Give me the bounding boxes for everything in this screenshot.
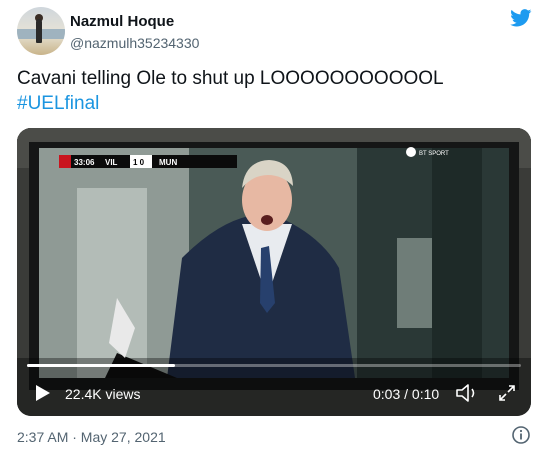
video-time: 0:03 / 0:10 <box>373 386 440 402</box>
avatar[interactable] <box>17 7 65 55</box>
hashtag-link[interactable]: #UELfinal <box>17 93 99 114</box>
scoreboard-home: VIL <box>105 158 118 167</box>
play-icon[interactable] <box>35 384 51 402</box>
fullscreen-icon[interactable] <box>497 383 517 403</box>
scoreboard-score: 1 0 <box>133 158 145 167</box>
author-handle[interactable]: @nazmulh35234330 <box>70 35 199 51</box>
video-player[interactable]: 33:06 VIL 1 0 MUN BT SPORT 22.4K views 0… <box>17 128 531 416</box>
twitter-bird-icon[interactable] <box>510 9 532 27</box>
volume-icon[interactable] <box>455 383 479 403</box>
tweet-text: Cavani telling Ole to shut up LOOOOOOOOO… <box>17 66 527 116</box>
broadcaster-logo: BT SPORT <box>419 151 449 157</box>
author-name[interactable]: Nazmul Hoque <box>70 13 174 30</box>
video-frame: 33:06 VIL 1 0 MUN BT SPORT <box>17 128 531 416</box>
scoreboard-away: MUN <box>159 158 177 167</box>
view-count: 22.4K views <box>65 386 141 402</box>
tweet-header: Nazmul Hoque @nazmulh35234330 <box>17 7 537 57</box>
video-progress-fill <box>27 364 176 367</box>
tweet-body: Cavani telling Ole to shut up LOOOOOOOOO… <box>17 68 444 89</box>
video-progress-bar[interactable] <box>27 364 521 367</box>
tweet-timestamp[interactable]: 2:37 AM · May 27, 2021 <box>17 429 166 445</box>
info-icon[interactable] <box>511 425 531 445</box>
scoreboard-clock: 33:06 <box>74 158 95 167</box>
